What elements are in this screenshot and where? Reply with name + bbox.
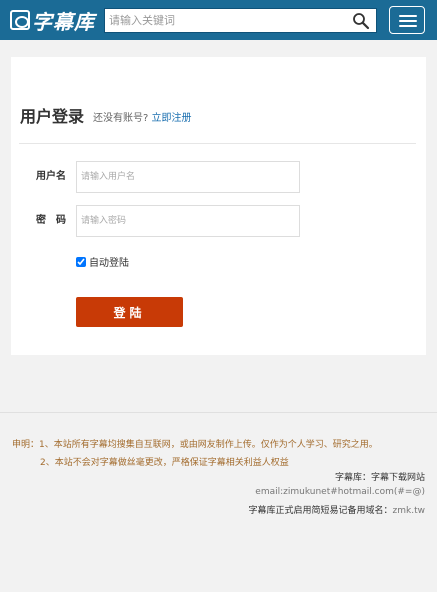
contact-email: email:zimukunet#hotmail.com(#=@) [255, 487, 425, 497]
footer-divider [0, 412, 437, 413]
register-prompt: 还没有账号? 立即注册 [93, 109, 192, 124]
backup-domain-value[interactable]: zmk.tw [393, 506, 425, 516]
remember-option[interactable]: 自动登陆 [76, 254, 129, 269]
backup-domain-label: 字幕库正式启用简短易记备用域名： [248, 506, 393, 516]
menu-toggle-button[interactable] [389, 6, 425, 34]
notice-line-1: 申明：1、本站所有字幕均搜集自互联网，或由网友制作上传。仅作为个人学习、研究之用… [12, 440, 378, 450]
remember-label: 自动登陆 [89, 258, 129, 269]
search-input[interactable] [105, 9, 345, 32]
backup-domain-note: 字幕库正式启用简短易记备用域名：zmk.tw [249, 503, 425, 516]
search-icon[interactable] [352, 12, 370, 30]
top-header: 字幕库 [0, 0, 437, 40]
page-title: 用户登录 [20, 107, 85, 126]
register-link[interactable]: 立即注册 [152, 113, 192, 124]
login-card: 用户登录 还没有账号? 立即注册 用户名 密 码 自动登陆 登陆 [11, 57, 426, 355]
username-label: 用户名 [36, 171, 66, 182]
no-account-text: 还没有账号? [93, 113, 149, 124]
notice-line-2: 2、本站不会对字幕做丝毫更改，严格保证字幕相关利益人权益 [40, 458, 289, 468]
site-description: 字幕库：字幕下载网站 [334, 473, 425, 483]
hamburger-icon [399, 15, 417, 17]
logo-icon [10, 10, 30, 30]
search-box [104, 8, 377, 33]
site-logo[interactable]: 字幕库 [10, 7, 95, 34]
divider [19, 143, 416, 144]
login-button[interactable]: 登陆 [76, 297, 183, 327]
password-label: 密 码 [36, 215, 66, 226]
password-field[interactable] [76, 205, 300, 237]
logo-text: 字幕库 [32, 9, 95, 34]
username-field[interactable] [76, 161, 300, 193]
remember-checkbox[interactable] [76, 256, 86, 267]
